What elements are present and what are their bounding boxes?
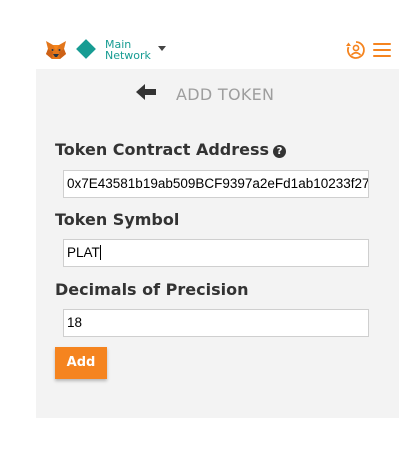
decimals-input[interactable]: 18 xyxy=(63,309,369,337)
account-switch-icon[interactable] xyxy=(346,40,366,60)
network-name-line2: Network xyxy=(105,49,151,62)
back-arrow-icon[interactable] xyxy=(136,82,156,102)
page-title: ADD TOKEN xyxy=(176,85,275,104)
token-symbol-label: Token Symbol xyxy=(55,210,180,229)
app-header: Main Network xyxy=(36,33,399,69)
metamask-fox-icon[interactable] xyxy=(45,40,67,60)
contract-address-input[interactable]: 0x7E43581b19ab509BCF9397a2eFd1ab10233f27 xyxy=(63,170,369,198)
decimals-label: Decimals of Precision xyxy=(55,280,249,299)
token-symbol-value: PLAT xyxy=(67,245,100,260)
token-symbol-input[interactable]: PLAT xyxy=(63,239,369,267)
network-selector[interactable]: Main Network xyxy=(105,39,155,61)
chevron-down-icon[interactable] xyxy=(158,46,166,51)
help-icon[interactable]: ? xyxy=(273,145,287,158)
contract-address-value: 0x7E43581b19ab509BCF9397a2eFd1ab10233f27 xyxy=(67,176,369,191)
hamburger-menu-icon[interactable] xyxy=(373,43,391,57)
add-token-panel: ADD TOKEN Token Contract Address? 0x7E43… xyxy=(36,69,399,418)
decimals-value: 18 xyxy=(67,315,83,330)
contract-address-label-text: Token Contract Address xyxy=(55,140,270,159)
text-cursor xyxy=(99,245,101,260)
contract-address-label: Token Contract Address? xyxy=(55,140,287,159)
add-button[interactable]: Add xyxy=(55,347,107,379)
network-diamond-icon xyxy=(76,39,96,59)
